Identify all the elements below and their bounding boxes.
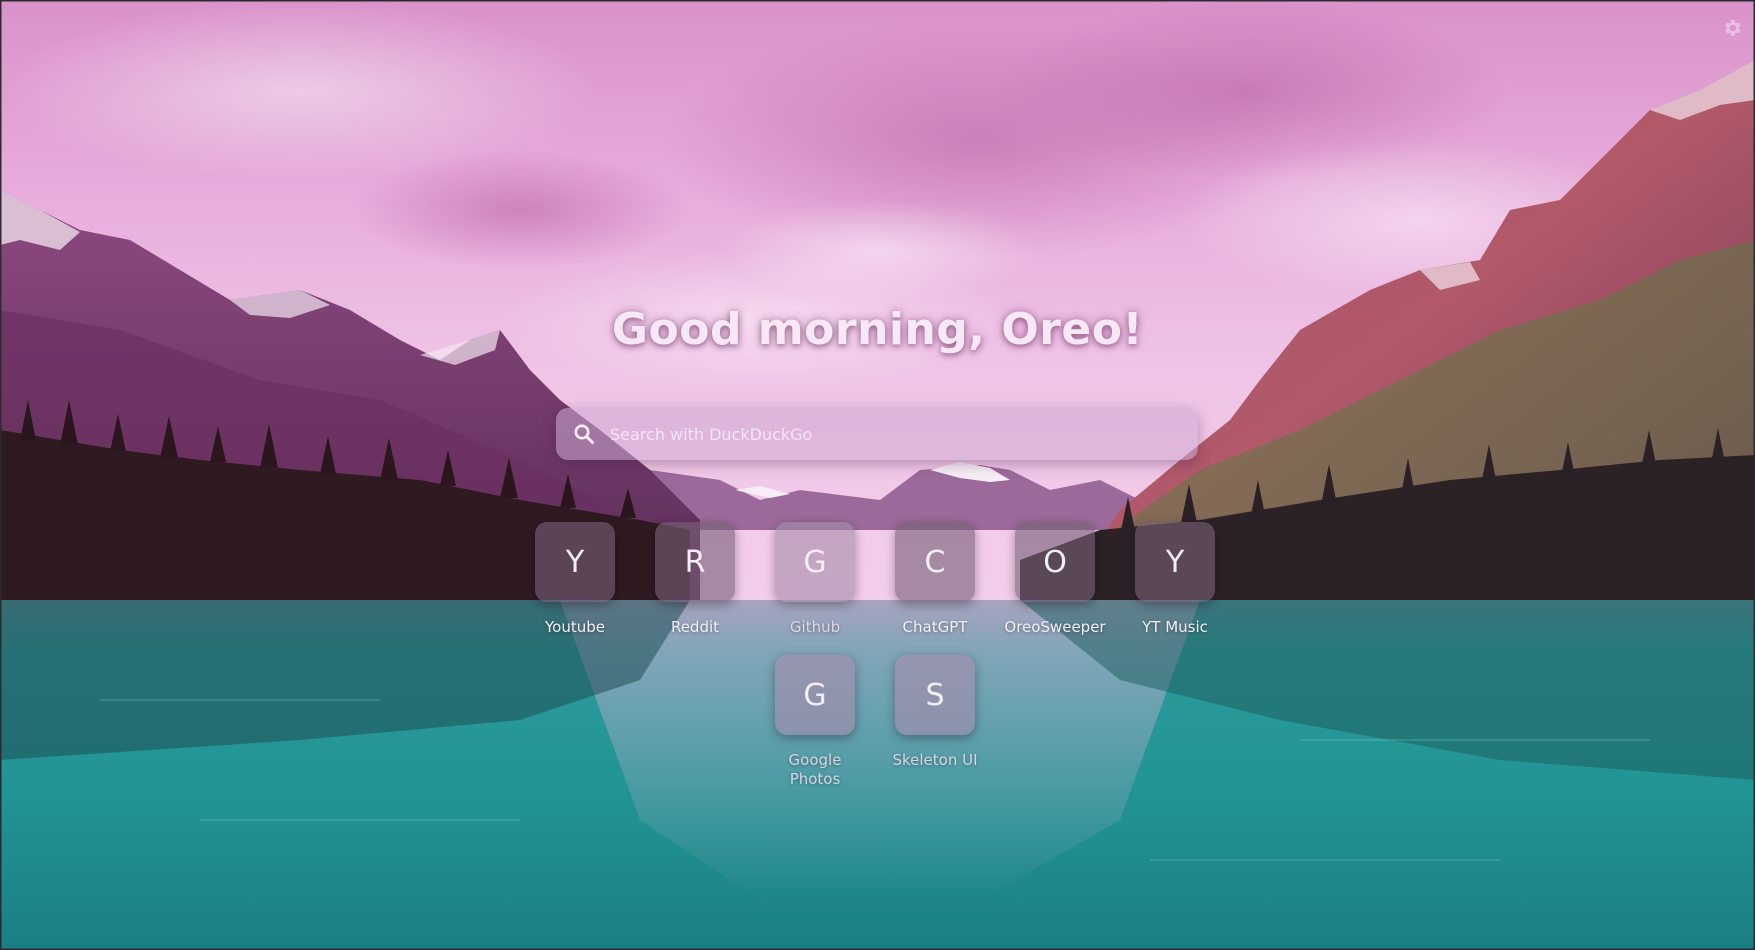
- settings-button[interactable]: [1721, 17, 1743, 39]
- shortcut-label: Skeleton UI: [892, 751, 978, 769]
- shortcut-tile[interactable]: O: [1015, 522, 1095, 602]
- shortcut-tile[interactable]: R: [655, 522, 735, 602]
- shortcut-skeleton-ui[interactable]: S Skeleton UI: [892, 655, 978, 789]
- shortcut-tile[interactable]: S: [895, 655, 975, 735]
- shortcut-label: ChatGPT: [902, 618, 968, 636]
- background-wallpaper: [0, 0, 1755, 950]
- search-icon: [574, 424, 594, 444]
- shortcut-chatgpt[interactable]: C ChatGPT: [895, 522, 975, 637]
- shortcut-tile[interactable]: Y: [535, 522, 615, 602]
- shortcut-yt-music[interactable]: Y YT Music: [1135, 522, 1215, 637]
- shortcut-oreosweeper[interactable]: O OreoSweeper: [1004, 522, 1106, 637]
- shortcut-github[interactable]: G Github: [775, 522, 855, 637]
- shortcut-label: YT Music: [1142, 618, 1208, 636]
- shortcut-grid: Y Youtube R Reddit G Github C ChatGPT O …: [535, 522, 1225, 789]
- greeting-heading: Good morning, Oreo!: [611, 304, 1144, 355]
- gear-icon: [1725, 20, 1741, 36]
- shortcut-label: Google Photos: [788, 751, 842, 788]
- new-tab-page: Good morning, Oreo! Y Youtube R Reddit G…: [0, 0, 1755, 950]
- shortcut-tile[interactable]: G: [775, 655, 855, 735]
- shortcut-label: Github: [789, 618, 841, 636]
- shortcut-tile[interactable]: C: [895, 522, 975, 602]
- shortcut-label: Reddit: [670, 618, 720, 636]
- search-bar[interactable]: [556, 408, 1198, 460]
- shortcut-tile[interactable]: Y: [1135, 522, 1215, 602]
- shortcut-google-photos[interactable]: G Google Photos: [775, 655, 855, 789]
- shortcut-youtube[interactable]: Y Youtube: [535, 522, 615, 637]
- search-input[interactable]: [610, 408, 1184, 460]
- shortcut-tile[interactable]: G: [775, 522, 855, 602]
- shortcut-reddit[interactable]: R Reddit: [655, 522, 735, 637]
- shortcut-label: Youtube: [545, 618, 605, 636]
- shortcut-label: OreoSweeper: [1004, 618, 1106, 636]
